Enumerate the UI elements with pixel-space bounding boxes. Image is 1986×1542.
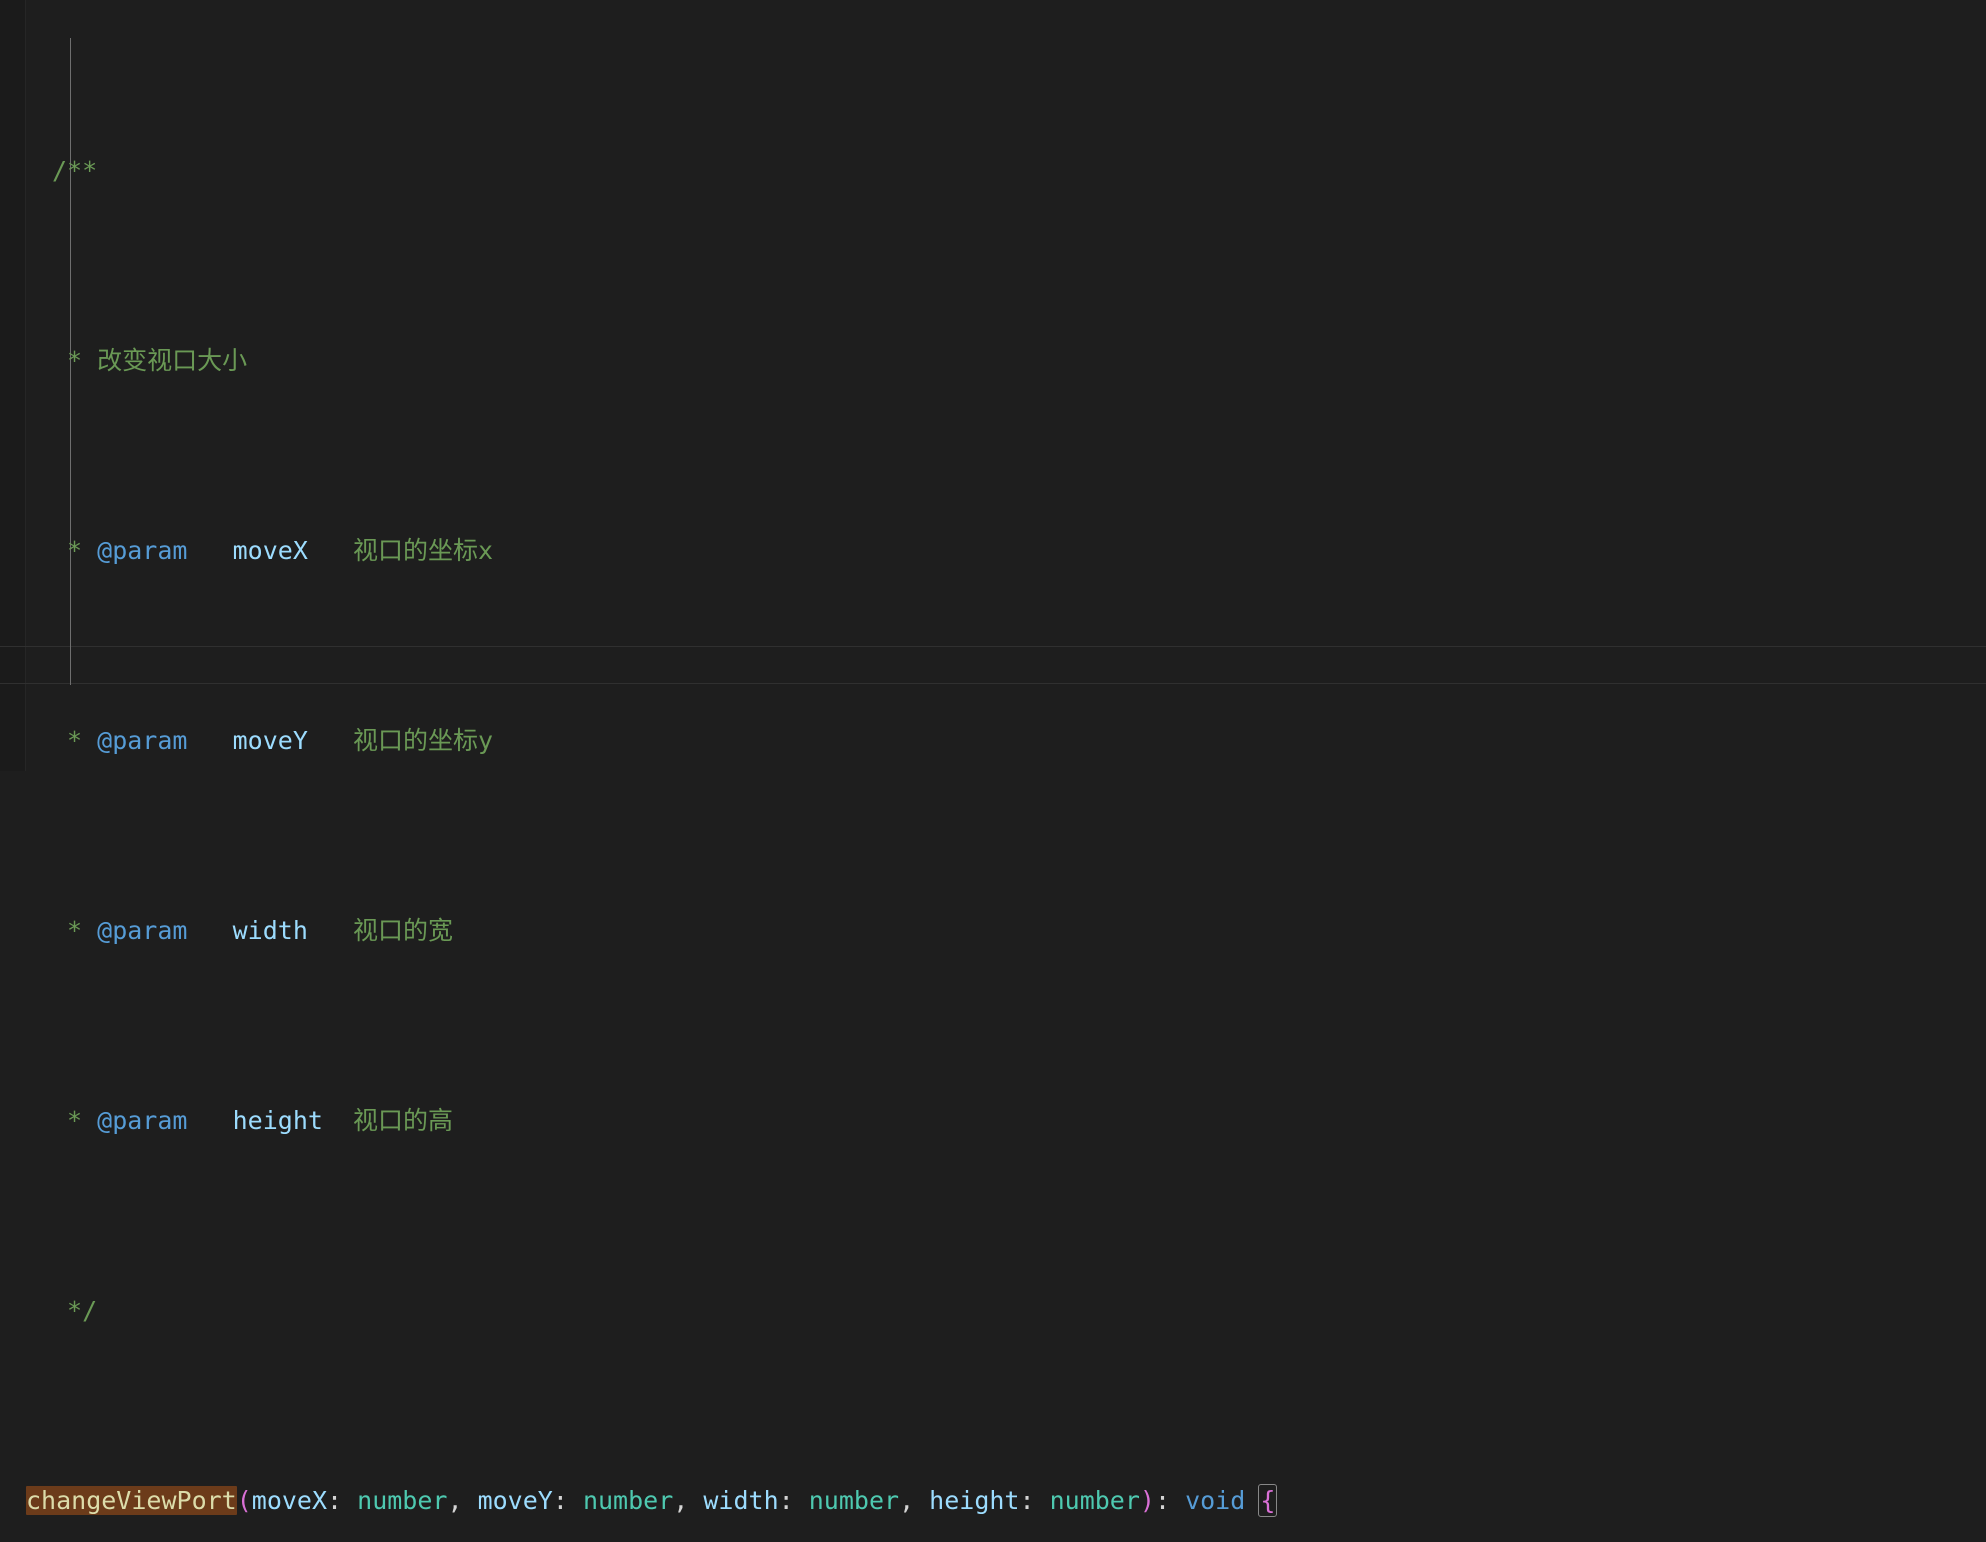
token-colon: : xyxy=(1019,1486,1049,1515)
token-param-tag: @param xyxy=(97,726,187,755)
token-comment-star: * xyxy=(52,346,97,375)
token-space xyxy=(187,726,232,755)
token-param-desc: 视口的坐标x xyxy=(353,536,493,565)
token-comment-star: * xyxy=(52,916,97,945)
token-space xyxy=(323,1106,353,1135)
code-line[interactable]: /** xyxy=(0,152,1986,190)
token-param: moveY xyxy=(478,1486,553,1515)
token-doc-summary: 改变视口大小 xyxy=(97,346,247,375)
token-param-desc: 视口的高 xyxy=(353,1106,453,1135)
token-comment-star: * xyxy=(52,726,97,755)
token-param-tag: @param xyxy=(97,536,187,565)
token-space xyxy=(187,1106,232,1135)
token-comma: , xyxy=(447,1486,477,1515)
token-space xyxy=(308,726,353,755)
token-space xyxy=(308,916,353,945)
code-line[interactable]: * @param height 视口的高 xyxy=(0,1102,1986,1140)
token-space xyxy=(187,916,232,945)
token-colon: : xyxy=(779,1486,809,1515)
token-type: number xyxy=(809,1486,899,1515)
token-type: number xyxy=(357,1486,447,1515)
token-space xyxy=(308,536,353,565)
token-param: moveX xyxy=(252,1486,327,1515)
code-line[interactable]: * 改变视口大小 xyxy=(0,342,1986,380)
token-param-name: height xyxy=(233,1106,323,1135)
token-param: width xyxy=(703,1486,778,1515)
code-line-signature[interactable]: changeViewPort(moveX: number, moveY: num… xyxy=(0,1482,1986,1520)
token-comma: , xyxy=(673,1486,703,1515)
token-param-name: width xyxy=(233,916,308,945)
token-open-paren: ( xyxy=(237,1486,252,1515)
token-param-name: moveY xyxy=(233,726,308,755)
token-comma: , xyxy=(899,1486,929,1515)
token-close-paren: ) xyxy=(1140,1486,1155,1515)
token-type: number xyxy=(1050,1486,1140,1515)
code-line[interactable]: */ xyxy=(0,1292,1986,1330)
code-content[interactable]: /** * 改变视口大小 * @param moveX 视口的坐标x * @pa… xyxy=(0,0,1986,771)
token-type: number xyxy=(583,1486,673,1515)
token-comment-close: */ xyxy=(52,1296,97,1325)
token-param-desc: 视口的坐标y xyxy=(353,726,493,755)
function-name-changeviewport[interactable]: changeViewPort xyxy=(26,1486,237,1515)
token-param-name: moveX xyxy=(233,536,308,565)
code-line[interactable]: * @param moveX 视口的坐标x xyxy=(0,532,1986,570)
token-param-desc: 视口的宽 xyxy=(353,916,453,945)
token-param-tag: @param xyxy=(97,916,187,945)
token-space xyxy=(1245,1486,1260,1515)
token-comment-open: /** xyxy=(52,156,97,185)
code-line[interactable]: * @param moveY 视口的坐标y xyxy=(0,722,1986,760)
token-param: height xyxy=(929,1486,1019,1515)
token-comment-star: * xyxy=(52,536,97,565)
token-colon: : xyxy=(327,1486,357,1515)
token-comment-star: * xyxy=(52,1106,97,1135)
token-space xyxy=(187,536,232,565)
token-open-brace: { xyxy=(1260,1486,1275,1515)
token-param-tag: @param xyxy=(97,1106,187,1135)
token-colon: : xyxy=(1155,1486,1185,1515)
code-line[interactable]: * @param width 视口的宽 xyxy=(0,912,1986,950)
token-colon: : xyxy=(553,1486,583,1515)
code-editor[interactable]: /** * 改变视口大小 * @param moveX 视口的坐标x * @pa… xyxy=(0,0,1986,771)
token-return-type: void xyxy=(1185,1486,1245,1515)
